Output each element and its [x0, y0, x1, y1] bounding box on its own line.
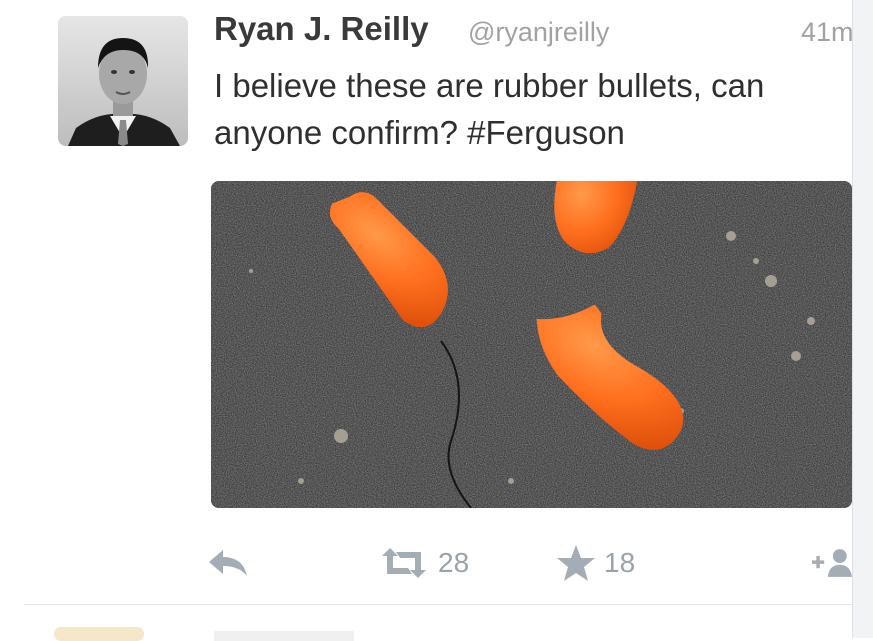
- next-tweet-preview[interactable]: [24, 605, 852, 641]
- retweet-count: 28: [438, 547, 470, 578]
- profile-photo: [58, 16, 188, 146]
- follow-icon: [812, 549, 852, 577]
- author-handle[interactable]: @ryanjreilly: [468, 17, 609, 48]
- retweet-action[interactable]: 28: [378, 540, 469, 586]
- avatar[interactable]: [58, 16, 188, 146]
- next-tweet-text-fragment: [214, 631, 354, 641]
- screen-edge: [852, 0, 873, 638]
- reply-action[interactable]: [207, 540, 249, 586]
- next-tweet-avatar-fragment: [54, 627, 144, 641]
- follow-action[interactable]: [812, 540, 852, 586]
- photo-earplugs-on-pavement: [211, 181, 852, 508]
- favorite-action[interactable]: 18: [556, 540, 635, 586]
- favorite-count: 18: [604, 547, 636, 578]
- reply-icon: [209, 550, 247, 576]
- tweet-timestamp[interactable]: 41m: [801, 17, 852, 48]
- retweet-icon: [382, 548, 426, 578]
- tweet-photo[interactable]: [211, 181, 852, 508]
- author-name[interactable]: Ryan J. Reilly: [214, 10, 429, 48]
- tweet-text: I believe these are rubber bullets, can …: [214, 67, 765, 151]
- star-icon: [557, 545, 595, 581]
